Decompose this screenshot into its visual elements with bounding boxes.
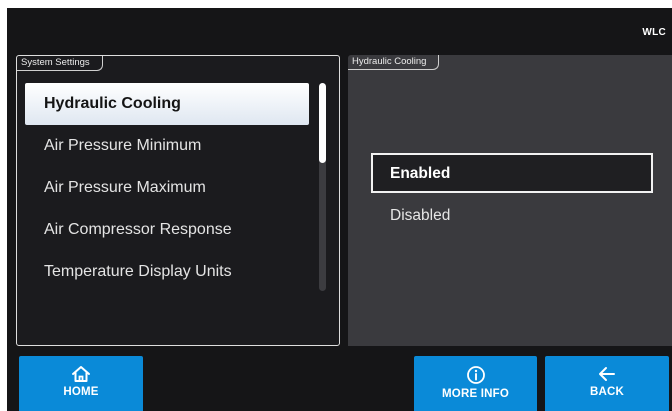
arrow-left-icon (599, 367, 615, 381)
home-button[interactable]: HOME (19, 356, 143, 411)
system-settings-panel: System Settings Hydraulic Cooling Air Pr… (16, 55, 340, 346)
device-badge: WLC (642, 27, 666, 38)
home-icon (72, 366, 90, 382)
settings-item-hydraulic-cooling[interactable]: Hydraulic Cooling (25, 83, 309, 125)
scrollbar-thumb[interactable] (319, 83, 326, 163)
device-screen: WLC System Settings Hydraulic Cooling Ai… (7, 8, 672, 411)
home-button-label: HOME (63, 386, 99, 398)
settings-item-temperature-display-units[interactable]: Temperature Display Units (25, 251, 309, 293)
option-label: Enabled (390, 165, 451, 182)
settings-item-label: Air Pressure Minimum (44, 137, 202, 154)
settings-item-label: Air Compressor Response (44, 221, 232, 238)
hydraulic-cooling-panel: Hydraulic Cooling Enabled Disabled (348, 55, 672, 346)
option-disabled[interactable]: Disabled (371, 195, 653, 235)
option-enabled[interactable]: Enabled (371, 153, 653, 193)
option-label: Disabled (390, 207, 451, 224)
settings-item-label: Air Pressure Maximum (44, 179, 206, 196)
more-info-button-label: MORE INFO (442, 388, 509, 400)
settings-item-label: Temperature Display Units (44, 263, 232, 280)
settings-item-air-pressure-maximum[interactable]: Air Pressure Maximum (25, 167, 309, 209)
back-button-label: BACK (589, 386, 625, 398)
settings-item-air-compressor-response[interactable]: Air Compressor Response (25, 209, 309, 251)
back-button[interactable]: BACK (545, 356, 669, 411)
info-circle-icon (466, 366, 485, 384)
cooling-options: Enabled Disabled (371, 153, 653, 237)
settings-item-label: Hydraulic Cooling (44, 95, 181, 112)
settings-list: Hydraulic Cooling Air Pressure Minimum A… (25, 83, 309, 293)
settings-item-air-pressure-minimum[interactable]: Air Pressure Minimum (25, 125, 309, 167)
hydraulic-cooling-title: Hydraulic Cooling (348, 55, 440, 70)
system-settings-title: System Settings (17, 56, 103, 71)
more-info-button[interactable]: MORE INFO (414, 356, 537, 411)
settings-scrollbar[interactable] (319, 83, 326, 291)
